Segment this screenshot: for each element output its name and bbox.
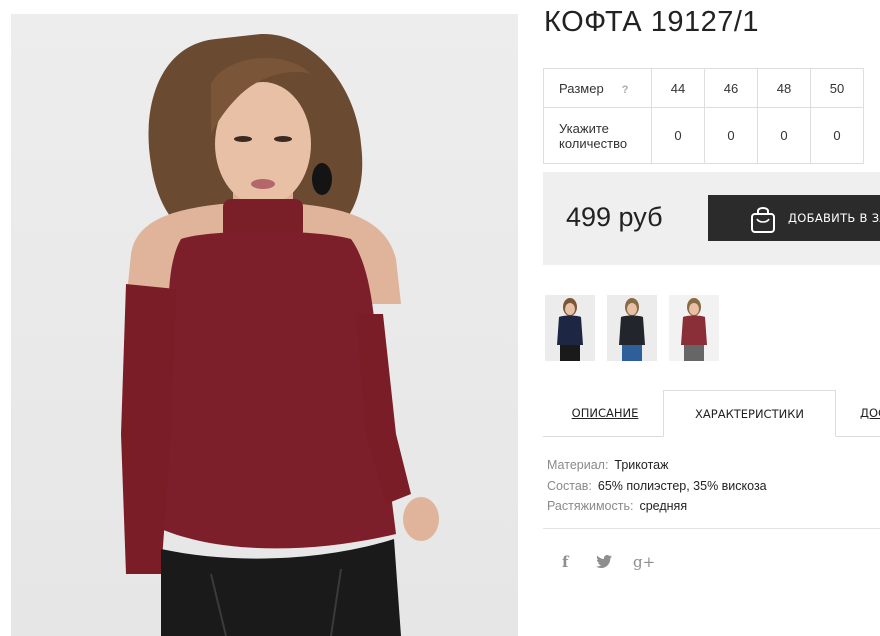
thumb-black-image [607, 295, 657, 361]
help-icon[interactable]: ? [622, 84, 629, 96]
quantity-row: Укажите количество 0 0 0 0 [543, 107, 864, 164]
product-tabs: ОПИСАНИЕ ХАРАКТЕРИСТИКИ ДОСТАВКА [543, 390, 880, 437]
thumb-navy-image [545, 295, 595, 361]
quantity-input-44[interactable]: 0 [651, 107, 705, 164]
quantity-input-50[interactable]: 0 [810, 107, 864, 164]
spec-row: Состав: 65% полиэстер, 35% вискоза [547, 476, 767, 497]
spec-key: Состав: [547, 478, 592, 493]
tab-description[interactable]: ОПИСАНИЕ [565, 390, 645, 435]
tab-description-label: ОПИСАНИЕ [571, 405, 639, 420]
shopping-bag-icon [751, 207, 775, 233]
tab-delivery[interactable]: ДОСТАВКА [860, 390, 880, 435]
quantity-label-line2: количество [559, 135, 628, 151]
size-row: Размер? 44 46 48 50 [543, 68, 864, 108]
model-photo-illustration [121, 33, 439, 636]
quantity-label-line1: Укажите [559, 120, 609, 136]
size-50: 50 [810, 68, 864, 108]
spec-key: Растяжимость: [547, 499, 634, 513]
tab-characteristics[interactable]: ХАРАКТЕРИСТИКИ [663, 390, 836, 437]
size-quantity-table: Размер? 44 46 48 50 Укажите количество 0 … [543, 68, 864, 164]
spec-row: Материал: Трикотаж [547, 455, 767, 476]
quantity-input-46[interactable]: 0 [704, 107, 758, 164]
specs-list: Материал: Трикотаж Состав: 65% полиэстер, … [547, 455, 767, 517]
spec-value: 65% полиэстер, 35% вискоза [597, 478, 767, 493]
twitter-icon[interactable] [596, 555, 612, 572]
thumb-burgundy[interactable] [669, 295, 719, 361]
size-label: Размер [559, 80, 604, 96]
thumb-burgundy-image [669, 295, 719, 361]
thumb-navy[interactable] [545, 295, 595, 361]
product-main-photo[interactable] [11, 14, 518, 636]
product-title: КОФТА 19127/1 [544, 6, 760, 38]
size-48: 48 [757, 68, 811, 108]
twitter-icon-shape [596, 555, 612, 568]
quantity-label-cell: Укажите количество [543, 107, 652, 164]
size-46: 46 [704, 68, 758, 108]
price: 499 руб [566, 202, 663, 232]
buy-box: 499 руб ДОБАВИТЬ В ЗАКАЗ [543, 172, 880, 265]
spec-row: Растяжимость: средняя [547, 496, 767, 517]
size-label-cell: Размер? [543, 68, 652, 108]
spec-value: Трикотаж [614, 458, 669, 472]
add-to-order-label: ДОБАВИТЬ В ЗАКАЗ [788, 211, 880, 225]
add-to-order-button[interactable]: ДОБАВИТЬ В ЗАКАЗ [708, 195, 880, 241]
quantity-input-48[interactable]: 0 [757, 107, 811, 164]
spec-value: средняя [639, 499, 688, 513]
google-plus-icon[interactable]: g+ [633, 553, 655, 571]
size-44: 44 [651, 68, 705, 108]
tab-delivery-label: ДОСТАВКА [860, 405, 880, 420]
facebook-icon[interactable]: f [562, 553, 568, 571]
divider [543, 528, 880, 529]
spec-key: Материал: [547, 458, 609, 472]
tab-characteristics-label: ХАРАКТЕРИСТИКИ [695, 406, 804, 421]
thumb-black[interactable] [607, 295, 657, 361]
